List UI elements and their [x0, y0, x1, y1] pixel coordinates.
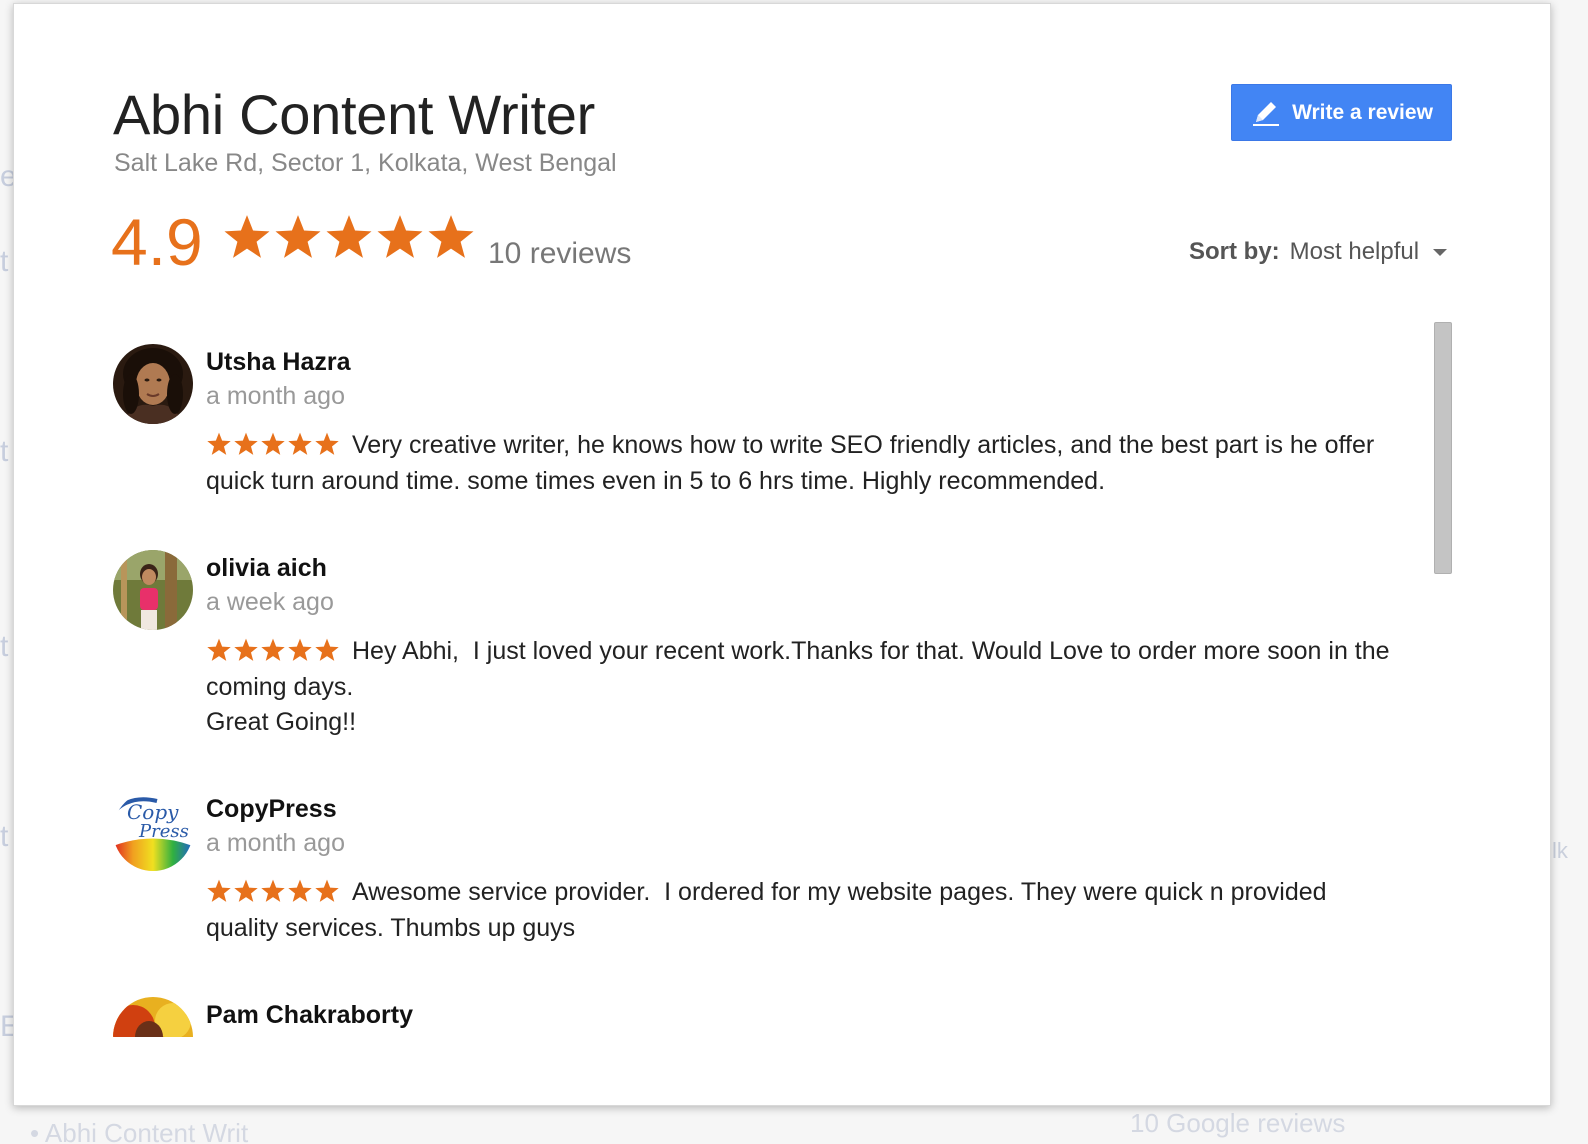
review-text: Hey Abhi, I just loved your recent work.…: [206, 637, 1397, 701]
star-icon: [207, 432, 231, 455]
review-item: olivia aich a week ago Hey Abhi, I just …: [113, 550, 1403, 770]
bg-fragment: t: [0, 820, 9, 853]
reviewer-photo: [113, 344, 193, 424]
star-icon: [315, 432, 339, 455]
average-rating-stars: [222, 212, 476, 262]
review-content: Very creative writer, he knows how to wr…: [206, 428, 1391, 499]
star-icon: [224, 215, 270, 258]
review-text: Very creative writer, he knows how to wr…: [206, 431, 1382, 495]
avatar[interactable]: [113, 997, 193, 1037]
star-icon: [326, 215, 372, 258]
review-stars: [206, 637, 340, 663]
avatar[interactable]: Copy Press: [113, 791, 193, 871]
bg-business-link: • Abhi Content Writ: [30, 1118, 249, 1144]
review-item: Pam Chakraborty: [113, 997, 1403, 1037]
review-text-line: Great Going!!: [206, 708, 357, 736]
sort-dropdown[interactable]: Sort by: Most helpful: [1189, 238, 1448, 266]
star-icon: [288, 879, 312, 902]
star-icon: [288, 638, 312, 661]
star-icon: [261, 879, 285, 902]
star-icon: [428, 215, 474, 258]
bg-google-reviews-link: 10 Google reviews: [1130, 1108, 1346, 1138]
review-item: Copy Press CopyPress a month ago Awesome…: [113, 791, 1403, 971]
review-stars: [206, 878, 340, 904]
reviewer-name[interactable]: Utsha Hazra: [206, 348, 351, 377]
bg-fragment: t: [0, 630, 9, 663]
business-title: Abhi Content Writer: [113, 83, 595, 146]
sort-value: Most helpful: [1289, 238, 1420, 265]
review-time: a week ago: [206, 588, 334, 616]
bg-fragment: lk: [1552, 838, 1568, 863]
star-icon: [377, 215, 423, 258]
star-icon: [234, 432, 258, 455]
star-icon: [261, 638, 285, 661]
review-count: 10 reviews: [488, 237, 632, 270]
star-icon: [234, 879, 258, 902]
svg-text:Press: Press: [138, 821, 189, 842]
star-icon: [275, 215, 321, 258]
bg-fragment: t: [0, 245, 9, 278]
write-review-label: Write a review: [1292, 100, 1433, 124]
star-icon: [288, 432, 312, 455]
review-time: a month ago: [206, 829, 345, 857]
star-icon: [261, 432, 285, 455]
copypress-logo: Copy Press: [113, 791, 193, 871]
reviewer-photo: [113, 997, 193, 1037]
star-icon: [207, 638, 231, 661]
star-icon: [315, 638, 339, 661]
review-text: Awesome service provider. I ordered for …: [206, 878, 1334, 942]
review-item: Utsha Hazra a month ago Very creative wr…: [113, 344, 1403, 524]
review-time: a month ago: [206, 382, 345, 410]
business-address: Salt Lake Rd, Sector 1, Kolkata, West Be…: [114, 149, 617, 177]
reviewer-name[interactable]: Pam Chakraborty: [206, 1001, 413, 1030]
reviewer-name[interactable]: CopyPress: [206, 795, 337, 824]
review-stars: [206, 431, 340, 457]
star-icon: [234, 638, 258, 661]
pencil-icon: [1253, 101, 1280, 126]
reviewer-name[interactable]: olivia aich: [206, 554, 327, 583]
chevron-down-icon: [1433, 248, 1448, 256]
review-content: Awesome service provider. I ordered for …: [206, 875, 1391, 946]
review-content: Hey Abhi, I just loved your recent work.…: [206, 634, 1391, 741]
average-rating: 4.9: [111, 205, 203, 279]
write-review-button[interactable]: Write a review: [1231, 84, 1452, 141]
avatar[interactable]: [113, 550, 193, 630]
reviewer-photo: [113, 550, 193, 630]
sort-label: Sort by:: [1189, 238, 1280, 265]
avatar[interactable]: [113, 344, 193, 424]
reviews-dialog: Abhi Content Writer Salt Lake Rd, Sector…: [13, 3, 1551, 1106]
reviews-scrollbar[interactable]: [1434, 322, 1452, 574]
star-icon: [207, 879, 231, 902]
bg-fragment: t: [0, 435, 9, 468]
star-icon: [315, 879, 339, 902]
